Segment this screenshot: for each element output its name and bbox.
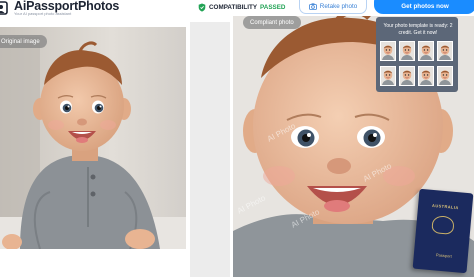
retake-photo-button[interactable]: Retake photo: [299, 0, 367, 14]
brand-tagline: Your AI passport photo assistant: [14, 11, 72, 16]
template-thumbnail: [380, 66, 396, 86]
compatibility-status: COMPATIBILITY PASSED: [198, 2, 285, 12]
panel-divider: [190, 22, 230, 277]
template-thumbnail: [418, 66, 434, 86]
camera-icon: [308, 2, 317, 10]
shield-check-icon: [198, 3, 206, 12]
get-photos-label: Get photos now: [401, 2, 449, 10]
template-ready-message: Your photo template is ready: 2 credit. …: [383, 23, 453, 36]
original-photo: [0, 27, 186, 249]
template-thumbnail: [437, 66, 453, 86]
brand-logo-icon: [0, 1, 8, 15]
original-image-badge: Original image: [0, 35, 47, 48]
template-thumbnail: [399, 66, 415, 86]
compatibility-label: COMPATIBILITY: [209, 3, 258, 11]
template-thumbnail: [437, 41, 453, 61]
retake-photo-label: Retake photo: [319, 2, 358, 10]
compliant-photo-badge: Compliant photo: [243, 16, 301, 29]
template-thumbnail: [380, 41, 396, 61]
get-photos-button[interactable]: Get photos now: [374, 0, 474, 14]
page: AiPassportPhotos Your AI passport photo …: [0, 0, 474, 277]
template-thumbnail: [418, 41, 434, 61]
compatibility-result: PASSED: [260, 3, 286, 11]
baby-photo-original: [0, 27, 186, 249]
template-thumbnail: [399, 41, 415, 61]
